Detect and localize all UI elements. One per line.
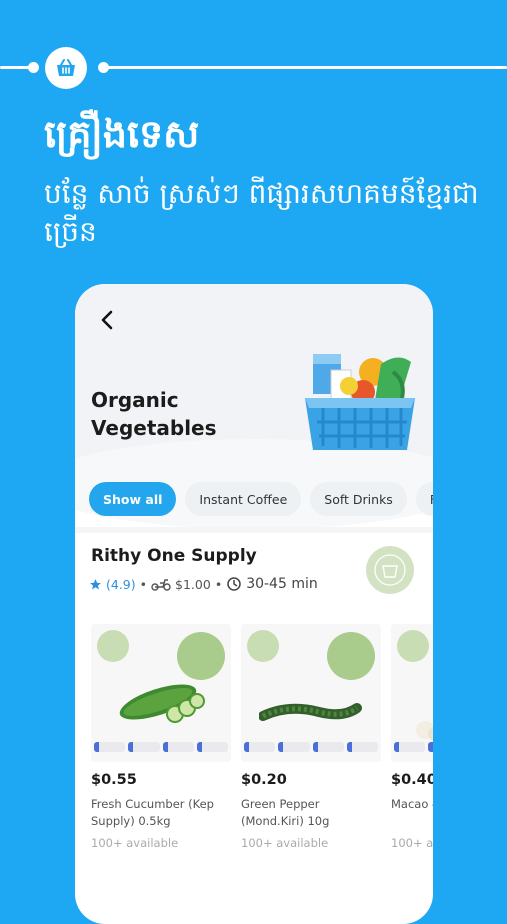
decorative-dot-left (28, 62, 39, 73)
supplier-strip (394, 742, 433, 752)
store-rating: (4.9) (106, 576, 136, 592)
shopping-basket-icon (45, 47, 87, 89)
store-logo[interactable] (366, 546, 414, 594)
product-availability: 100+ available (241, 836, 329, 850)
green-pepper-image (259, 703, 362, 721)
category-title: Organic Vegetables (91, 388, 217, 440)
delivery-time: 30-45 min (246, 576, 318, 592)
product-price: $0.55 (91, 772, 137, 788)
meta-separator: • (214, 576, 223, 592)
product-card[interactable]: $0.55 Fresh Cucumber (Kep Supply) 0.5kg … (91, 624, 231, 850)
chevron-left-icon (101, 310, 113, 330)
supplier-badge (177, 632, 225, 680)
scooter-icon (151, 579, 171, 591)
back-button[interactable] (93, 306, 121, 334)
product-image (391, 624, 433, 762)
supplier-strip (244, 742, 378, 752)
product-name: Macao 460g (391, 797, 433, 811)
product-name: Green Pepper (Mond.Kiri) 10g (241, 797, 330, 828)
product-badge (397, 630, 429, 662)
product-availability: 100+ av (391, 836, 433, 850)
meta-separator: • (139, 576, 148, 592)
cucumber-image (119, 684, 205, 723)
delivery-fee: $1.00 (175, 576, 211, 592)
product-list: $0.55 Fresh Cucumber (Kep Supply) 0.5kg … (91, 624, 433, 850)
decorative-line-right (104, 66, 507, 69)
product-availability: 100+ available (91, 836, 179, 850)
product-badge (247, 630, 279, 662)
product-card[interactable]: $0.40 Macao 460g 100+ av (391, 624, 433, 850)
promo-headline: គ្រឿងទេស (44, 112, 200, 156)
chip-partial[interactable]: Fr (415, 482, 433, 516)
chip-soft-drinks[interactable]: Soft Drinks (310, 482, 407, 516)
product-card[interactable]: $0.20 Green Pepper (Mond.Kiri) 10g 100+ … (241, 624, 381, 850)
product-image (241, 624, 381, 762)
product-price: $0.40 (391, 772, 433, 788)
supplier-strip (94, 742, 228, 752)
chip-show-all[interactable]: Show all (89, 482, 177, 516)
star-icon (90, 578, 101, 589)
grocery-basket-illustration (305, 354, 415, 450)
product-badge (97, 630, 129, 662)
store-logo-emblem (374, 554, 406, 586)
section-divider (75, 527, 433, 533)
product-image (91, 624, 231, 762)
clock-icon (227, 577, 241, 591)
product-price: $0.20 (241, 772, 287, 788)
supplier-badge (327, 632, 375, 680)
store-name[interactable]: Rithy One Supply (91, 546, 257, 566)
store-meta: (4.9) • $1.00 • 30-45 min (89, 576, 318, 592)
product-name: Fresh Cucumber (Kep Supply) 0.5kg (91, 797, 214, 828)
promo-subheadline: បន្លែ សាច់ ស្រស់ៗ ពីផ្សារសហគមន៍ខ្មែរជាច្… (44, 177, 479, 248)
app-screen: Organic Vegetables Show all Instant Coff… (75, 284, 433, 924)
chip-instant-coffee[interactable]: Instant Coffee (185, 482, 302, 516)
category-filter-chips: Show all Instant Coffee Soft Drinks Fr (89, 482, 433, 516)
